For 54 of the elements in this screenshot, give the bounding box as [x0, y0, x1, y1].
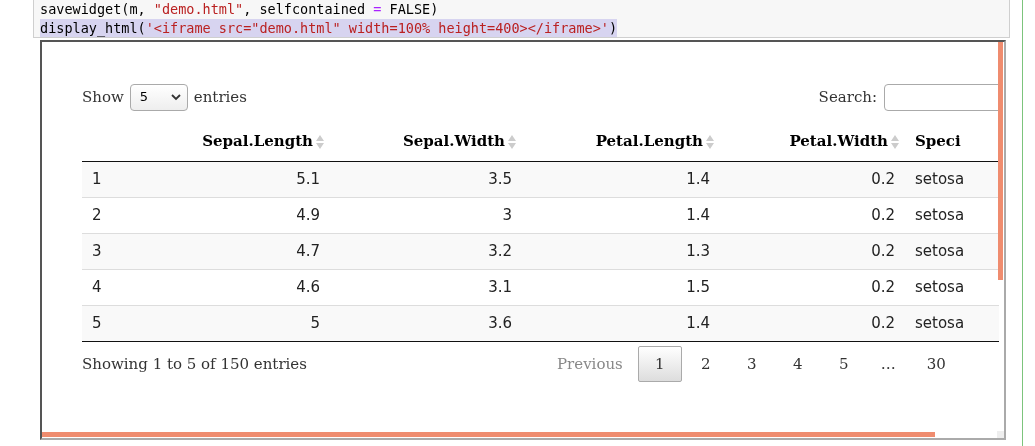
table-cell: 3.2 — [330, 233, 522, 269]
table-cell: 0.2 — [720, 305, 905, 341]
sort-icon — [891, 135, 899, 149]
table-cell: 3 — [330, 197, 522, 233]
scrollbar-corner — [997, 431, 1004, 438]
table-cell: 3.5 — [330, 161, 522, 197]
chevron-icon — [170, 93, 181, 101]
entries-select[interactable]: 5 — [129, 83, 188, 111]
sort-icon — [508, 135, 516, 149]
column-header[interactable]: Petal.Length — [595, 132, 703, 150]
table-cell: 1 — [82, 161, 180, 197]
ellipsis: … — [879, 353, 897, 375]
table-cell: setosa — [905, 161, 999, 197]
table-cell: 1.4 — [522, 197, 720, 233]
page-button[interactable]: 1 — [637, 345, 682, 382]
table-cell: 4 — [82, 269, 180, 305]
column-header[interactable]: Sepal.Length — [202, 132, 313, 150]
table-cell: 3 — [82, 233, 180, 269]
page-button[interactable]: 30 — [913, 345, 959, 382]
scrollbar[interactable] — [42, 432, 935, 437]
code-cell[interactable]: savewidget(m, "demo.html", selfcontained = FALSE) display_html('<iframe src="demo.html" width=100% height=400></iframe>') — [33, 0, 1010, 38]
table-cell: 3.1 — [330, 269, 522, 305]
table-cell: 0.2 — [720, 233, 905, 269]
scrollbar[interactable] — [998, 42, 1003, 280]
table-cell: 4.6 — [180, 269, 330, 305]
table-cell: 3.6 — [330, 305, 522, 341]
page-button[interactable]: 3 — [729, 345, 774, 382]
sort-icon — [706, 135, 714, 149]
table-cell: 1.5 — [522, 269, 720, 305]
show-label: Show — [82, 86, 124, 108]
column-header[interactable]: Sepal.Width — [402, 132, 505, 150]
table-cell: 0.2 — [720, 197, 905, 233]
table-cell: 0.2 — [720, 269, 905, 305]
table-cell: 2 — [82, 197, 180, 233]
sort-icon — [316, 135, 324, 149]
table-cell: 1.3 — [522, 233, 720, 269]
table-cell: setosa — [905, 305, 999, 341]
page-button[interactable]: 4 — [775, 345, 820, 382]
table-cell: 4.7 — [180, 233, 330, 269]
table-cell: 5.1 — [180, 161, 330, 197]
search-label: Search: — [818, 86, 877, 108]
page-button[interactable]: 5 — [821, 345, 866, 382]
code-line: savewidget(m, "demo.html", selfcontained = FALSE) — [40, 0, 439, 19]
table-cell: 5 — [82, 305, 180, 341]
table-cell: 1.4 — [522, 305, 720, 341]
table-cell: 4.9 — [180, 197, 330, 233]
column-header[interactable]: Petal.Width — [789, 132, 888, 150]
table-cell: 0.2 — [720, 161, 905, 197]
page-button[interactable]: 2 — [683, 345, 728, 382]
table-cell: 5 — [180, 305, 330, 341]
table-info: Showing 1 to 5 of 150 entries — [82, 353, 308, 375]
table-cell: 1.4 — [522, 161, 720, 197]
entries-label: entries — [193, 86, 247, 108]
column-header[interactable]: Speci — [915, 132, 961, 150]
